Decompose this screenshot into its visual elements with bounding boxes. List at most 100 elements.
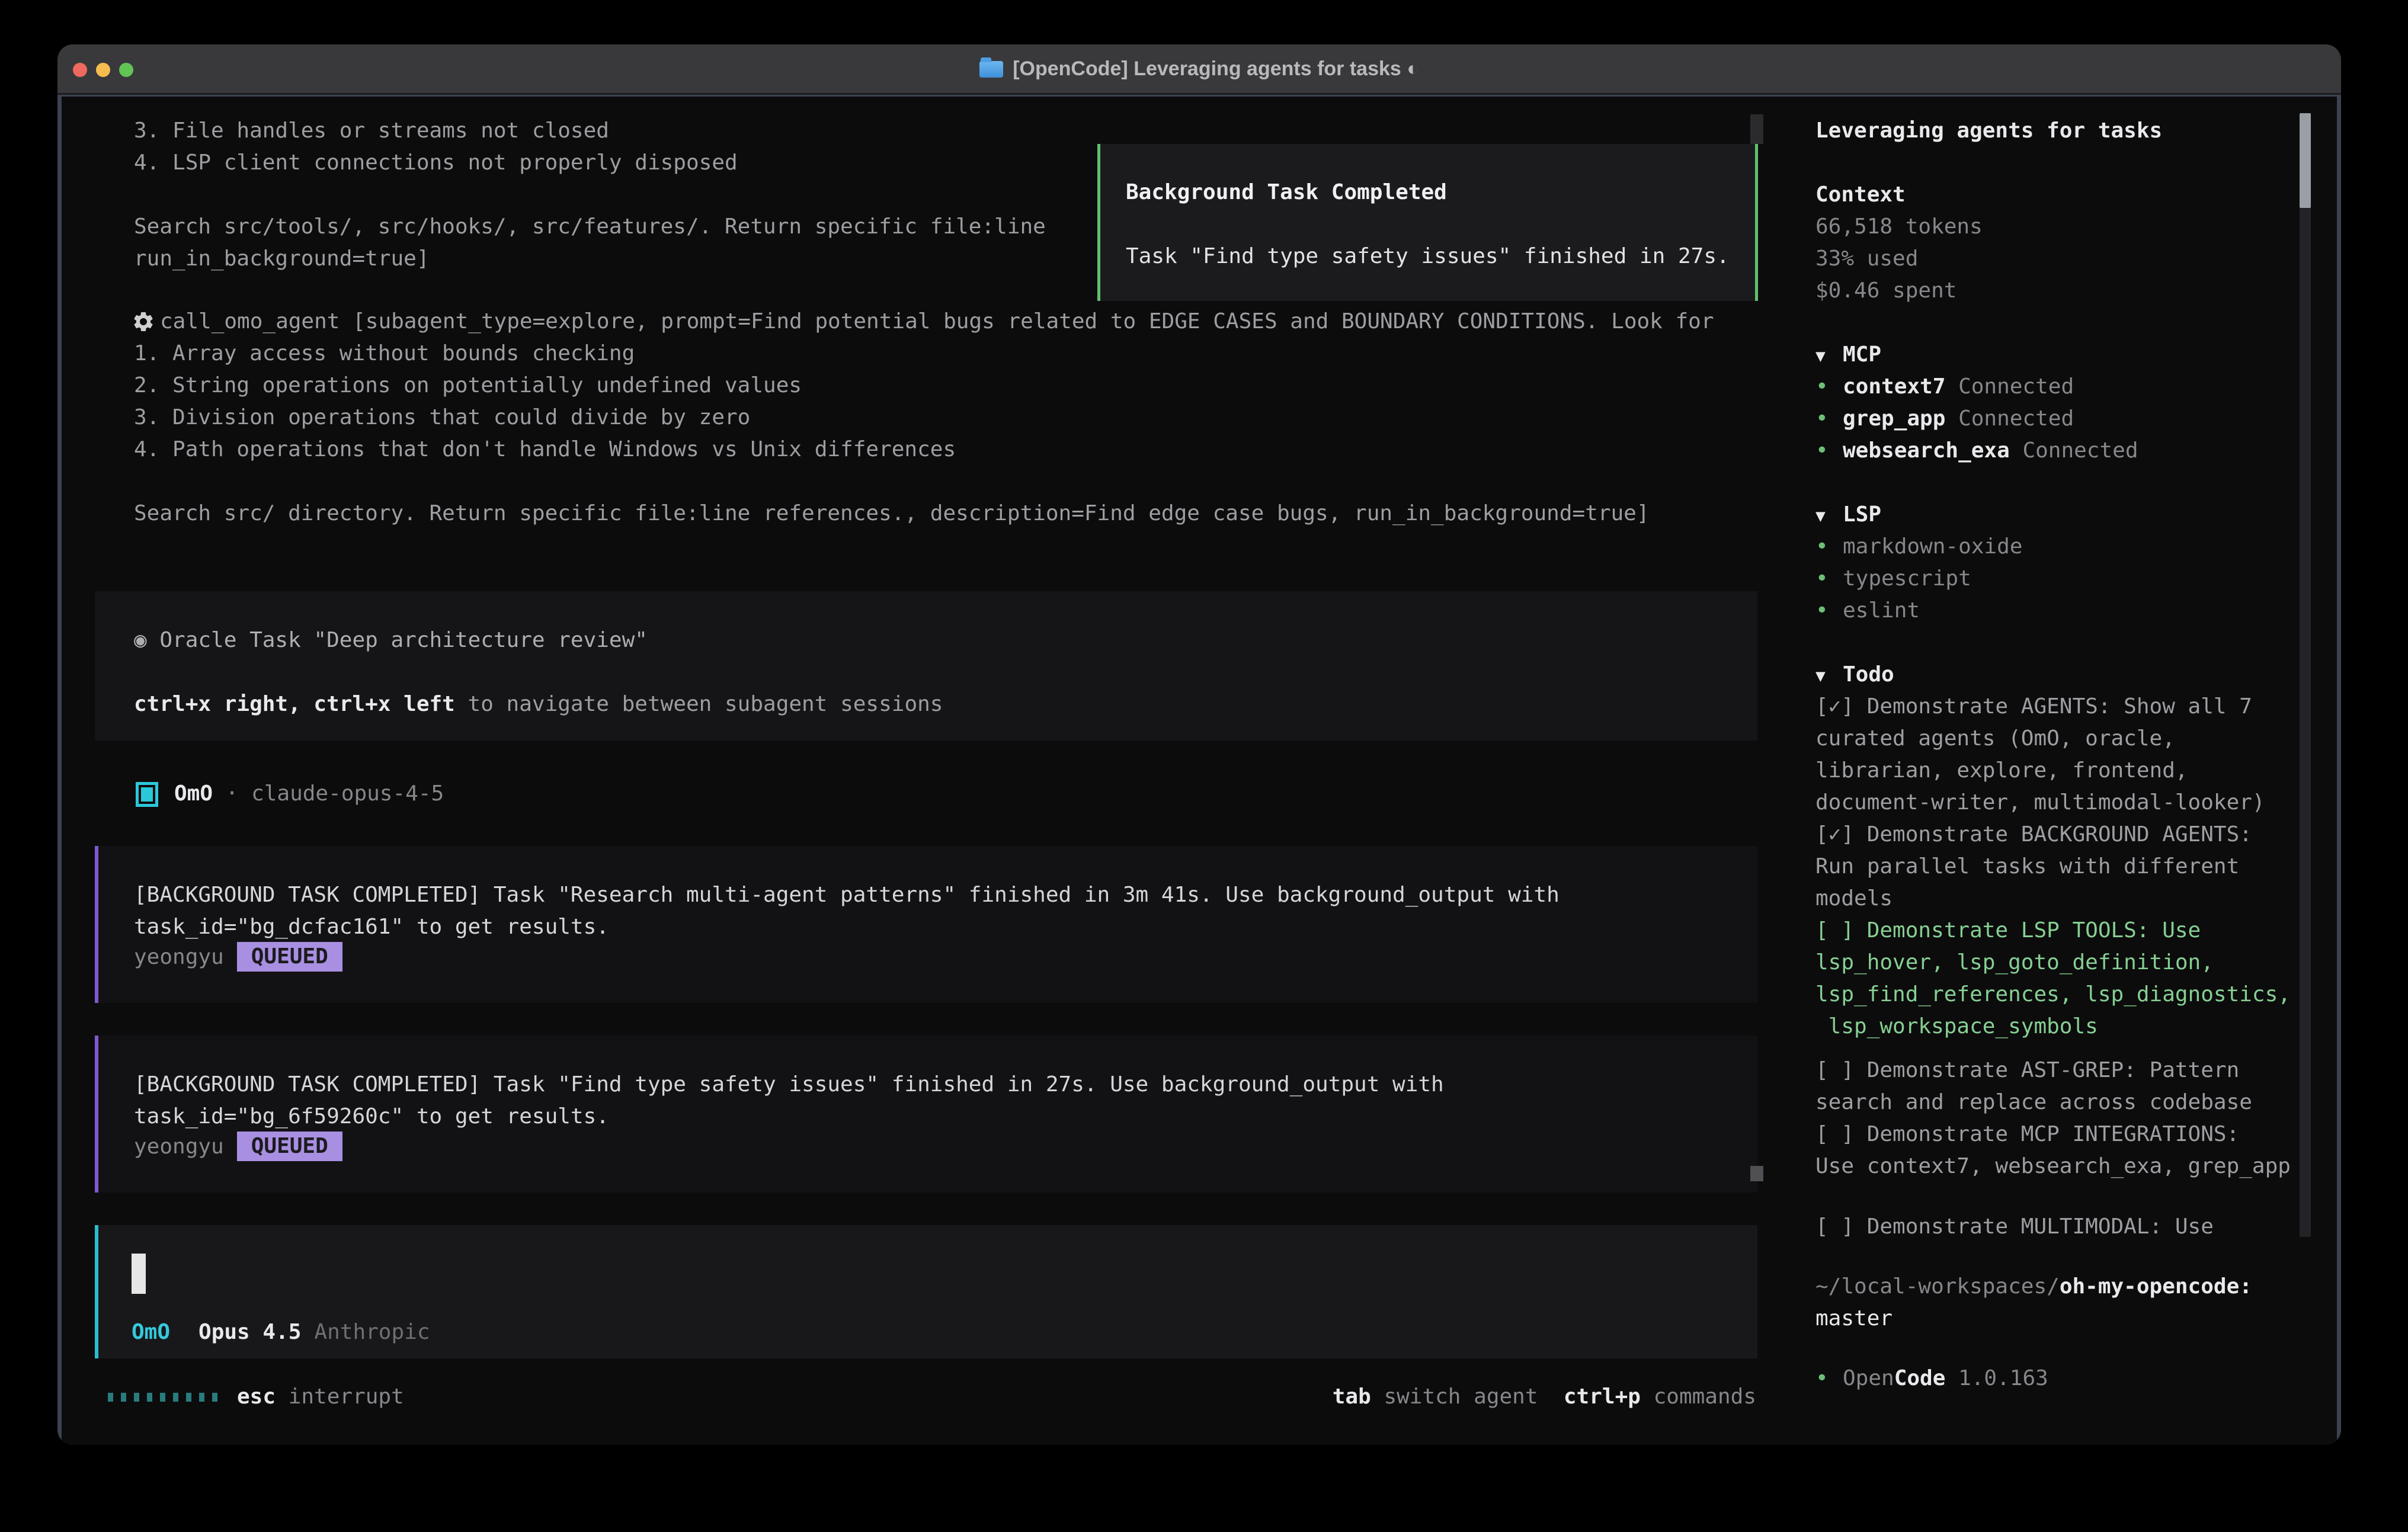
lsp-item: •eslint	[1815, 595, 1920, 627]
background-task-message[interactable]: [BACKGROUND TASK COMPLETED] Task "Resear…	[95, 846, 1757, 1003]
esc-label: interrupt	[276, 1384, 404, 1409]
lsp-name: typescript	[1843, 566, 1971, 591]
status-dot-icon: •	[1815, 435, 1843, 467]
lsp-section-header[interactable]: ▼LSP	[1815, 499, 1881, 531]
terminal-window: [OpenCode] Leveraging agents for tasks ◐…	[57, 44, 2341, 1445]
input-provider: Anthropic	[314, 1320, 430, 1344]
session-title: Leveraging agents for tasks	[1815, 115, 2162, 147]
oracle-task-title: ◉ Oracle Task "Deep architecture review"	[134, 624, 648, 656]
lsp-name: eslint	[1843, 598, 1920, 623]
todo-label: Todo	[1843, 662, 1894, 687]
mcp-label: MCP	[1843, 342, 1881, 367]
status-dot-icon: •	[1815, 1363, 1843, 1395]
tab-key-hint: tab	[1333, 1384, 1371, 1409]
background-task-message[interactable]: [BACKGROUND TASK COMPLETED] Task "Find t…	[95, 1036, 1757, 1193]
agent-name: OmO	[174, 781, 213, 806]
task-user: yeongyu	[134, 1134, 224, 1159]
input-model-row: OmO Opus 4.5 Anthropic	[132, 1316, 430, 1348]
spinner-dots-icon	[108, 1393, 217, 1402]
mcp-item: •grep_app Connected	[1815, 403, 2074, 435]
mcp-name: context7	[1843, 374, 1945, 399]
chevron-down-icon: ▼	[1815, 500, 1843, 532]
mcp-item: •context7 Connected	[1815, 371, 2074, 403]
path-prefix: ~/local-workspaces/	[1815, 1274, 2060, 1299]
chevron-down-icon: ▼	[1815, 340, 1843, 372]
lsp-label: LSP	[1843, 502, 1881, 527]
input-model: Opus 4.5	[198, 1320, 301, 1344]
task-line2: task_id="bg_6f59260c" to get results.	[134, 1101, 609, 1133]
todo-pending-item: [ ] Demonstrate MULTIMODAL: Use	[1815, 1211, 2214, 1243]
lsp-name: markdown-oxide	[1843, 534, 2022, 559]
todo-done-items: [✓] Demonstrate AGENTS: Show all 7 curat…	[1815, 691, 2265, 915]
lsp-item: •markdown-oxide	[1815, 531, 2022, 563]
statusbar-right: tab switch agent ctrl+p commands	[1333, 1381, 1756, 1413]
folder-icon	[979, 61, 1003, 78]
status-badge: QUEUED	[237, 1132, 342, 1161]
window-title-wrap: [OpenCode] Leveraging agents for tasks ◐	[57, 44, 2341, 93]
todo-section-header[interactable]: ▼Todo	[1815, 659, 1894, 691]
esc-key-hint: esc	[237, 1384, 276, 1409]
window-title: [OpenCode] Leveraging agents for tasks ◐	[1013, 57, 1419, 81]
ctrlp-label: commands	[1641, 1384, 1756, 1409]
agent-icon	[136, 782, 158, 807]
mcp-status: Connected	[2010, 438, 2138, 463]
task-user: yeongyu	[134, 945, 224, 969]
mcp-status: Connected	[1945, 406, 2074, 431]
mcp-status: Connected	[1945, 374, 2074, 399]
mcp-item: •websearch_exa Connected	[1815, 435, 2138, 467]
prompt-input[interactable]: OmO Opus 4.5 Anthropic	[95, 1225, 1757, 1358]
gear-icon	[132, 310, 155, 334]
input-agent: OmO	[132, 1320, 170, 1344]
workspace-path: ~/local-workspaces/oh-my-opencode:	[1815, 1271, 2252, 1303]
version-row: •OpenCode 1.0.163	[1815, 1363, 2048, 1395]
sidebar-scrollbar-thumb[interactable]	[2300, 113, 2311, 208]
mcp-section-header[interactable]: ▼MCP	[1815, 339, 1881, 371]
todo-pending-items: [ ] Demonstrate AST-GREP: Pattern search…	[1815, 1055, 2291, 1182]
repo-name: oh-my-opencode:	[2060, 1274, 2252, 1299]
toast-title: Background Task Completed	[1126, 177, 1447, 209]
task-line2: task_id="bg_dcfac161" to get results.	[134, 911, 609, 943]
tab-label: switch agent	[1371, 1384, 1538, 1409]
ctrlp-key-hint: ctrl+p	[1538, 1384, 1641, 1409]
agent-model: claude-opus-4-5	[251, 781, 444, 806]
status-badge: QUEUED	[237, 942, 342, 972]
tool-call-name: call_omo_agent [subagent_type=explore, p…	[160, 306, 1714, 338]
context-header: Context	[1815, 179, 1906, 211]
status-dot-icon: •	[1815, 563, 1843, 595]
app-name-prefix: Open	[1843, 1366, 1894, 1390]
context-stats: 66,518 tokens 33% used $0.46 spent	[1815, 211, 1983, 307]
task-meta: yeongyu QUEUED	[134, 941, 342, 973]
statusbar-left: esc interrupt	[237, 1381, 404, 1413]
terminal-content: 3. File handles or streams not closed 4.…	[62, 97, 2337, 1445]
oracle-hint: ctrl+x right, ctrl+x left to navigate be…	[134, 688, 943, 720]
agent-separator: ·	[213, 781, 251, 806]
oracle-hint-rest: to navigate between subagent sessions	[455, 692, 943, 716]
mcp-name: grep_app	[1843, 406, 1945, 431]
scrollback-text: 3. File handles or streams not closed 4.…	[134, 115, 1046, 275]
status-dot-icon: •	[1815, 371, 1843, 403]
toast-body: Task "Find type safety issues" finished …	[1126, 241, 1730, 273]
task-line1: [BACKGROUND TASK COMPLETED] Task "Resear…	[134, 879, 1560, 911]
task-meta: yeongyu QUEUED	[134, 1130, 342, 1162]
oracle-task-panel[interactable]: ◉ Oracle Task "Deep architecture review"…	[95, 591, 1757, 741]
title-bar[interactable]: [OpenCode] Leveraging agents for tasks ◐	[57, 44, 2341, 95]
git-branch: master	[1815, 1303, 1893, 1335]
app-version: 1.0.163	[1945, 1366, 2048, 1390]
agent-header: OmO · claude-opus-4-5	[174, 778, 444, 810]
tool-call-body: 1. Array access without bounds checking …	[134, 338, 1650, 530]
lsp-item: •typescript	[1815, 563, 1971, 595]
mcp-name: websearch_exa	[1843, 438, 2010, 463]
oracle-hint-keys: ctrl+x right, ctrl+x left	[134, 692, 455, 716]
sidebar-scrollbar[interactable]	[2300, 113, 2311, 1237]
todo-active-item: [ ] Demonstrate LSP TOOLS: Use lsp_hover…	[1815, 915, 2291, 1043]
main-scrollbar-thumb[interactable]	[1750, 1166, 1763, 1181]
status-dot-icon: •	[1815, 595, 1843, 627]
text-cursor	[132, 1254, 146, 1294]
background-task-toast[interactable]: Background Task Completed Task "Find typ…	[1097, 144, 1758, 301]
chevron-down-icon: ▼	[1815, 660, 1843, 692]
main-scrollbar-thumb-top[interactable]	[1750, 114, 1763, 144]
status-dot-icon: •	[1815, 403, 1843, 435]
status-dot-icon: •	[1815, 531, 1843, 563]
app-name-bold: Code	[1894, 1366, 1946, 1390]
task-line1: [BACKGROUND TASK COMPLETED] Task "Find t…	[134, 1069, 1444, 1101]
